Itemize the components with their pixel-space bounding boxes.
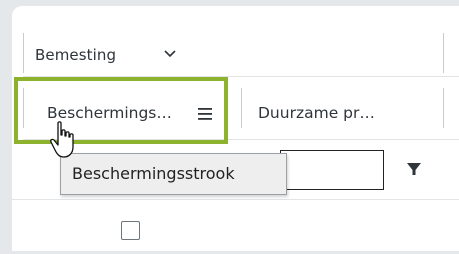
highlight-frame [14,77,228,144]
filter-row-divider [12,199,459,200]
hand-cursor-icon [50,121,74,158]
column-group-header-bemesting[interactable]: Bemesting [35,46,116,64]
column-header-duurzame[interactable]: Duurzame pr… [258,104,375,122]
column-filter-input[interactable] [280,150,384,190]
column-divider [443,33,444,73]
row-checkbox[interactable] [121,221,140,240]
chevron-down-icon[interactable] [163,48,177,60]
column-divider [443,88,444,128]
column-divider [241,88,242,128]
column-divider [23,33,24,73]
filter-funnel-icon[interactable] [407,162,421,176]
tooltip: Beschermingsstrook [60,153,287,195]
